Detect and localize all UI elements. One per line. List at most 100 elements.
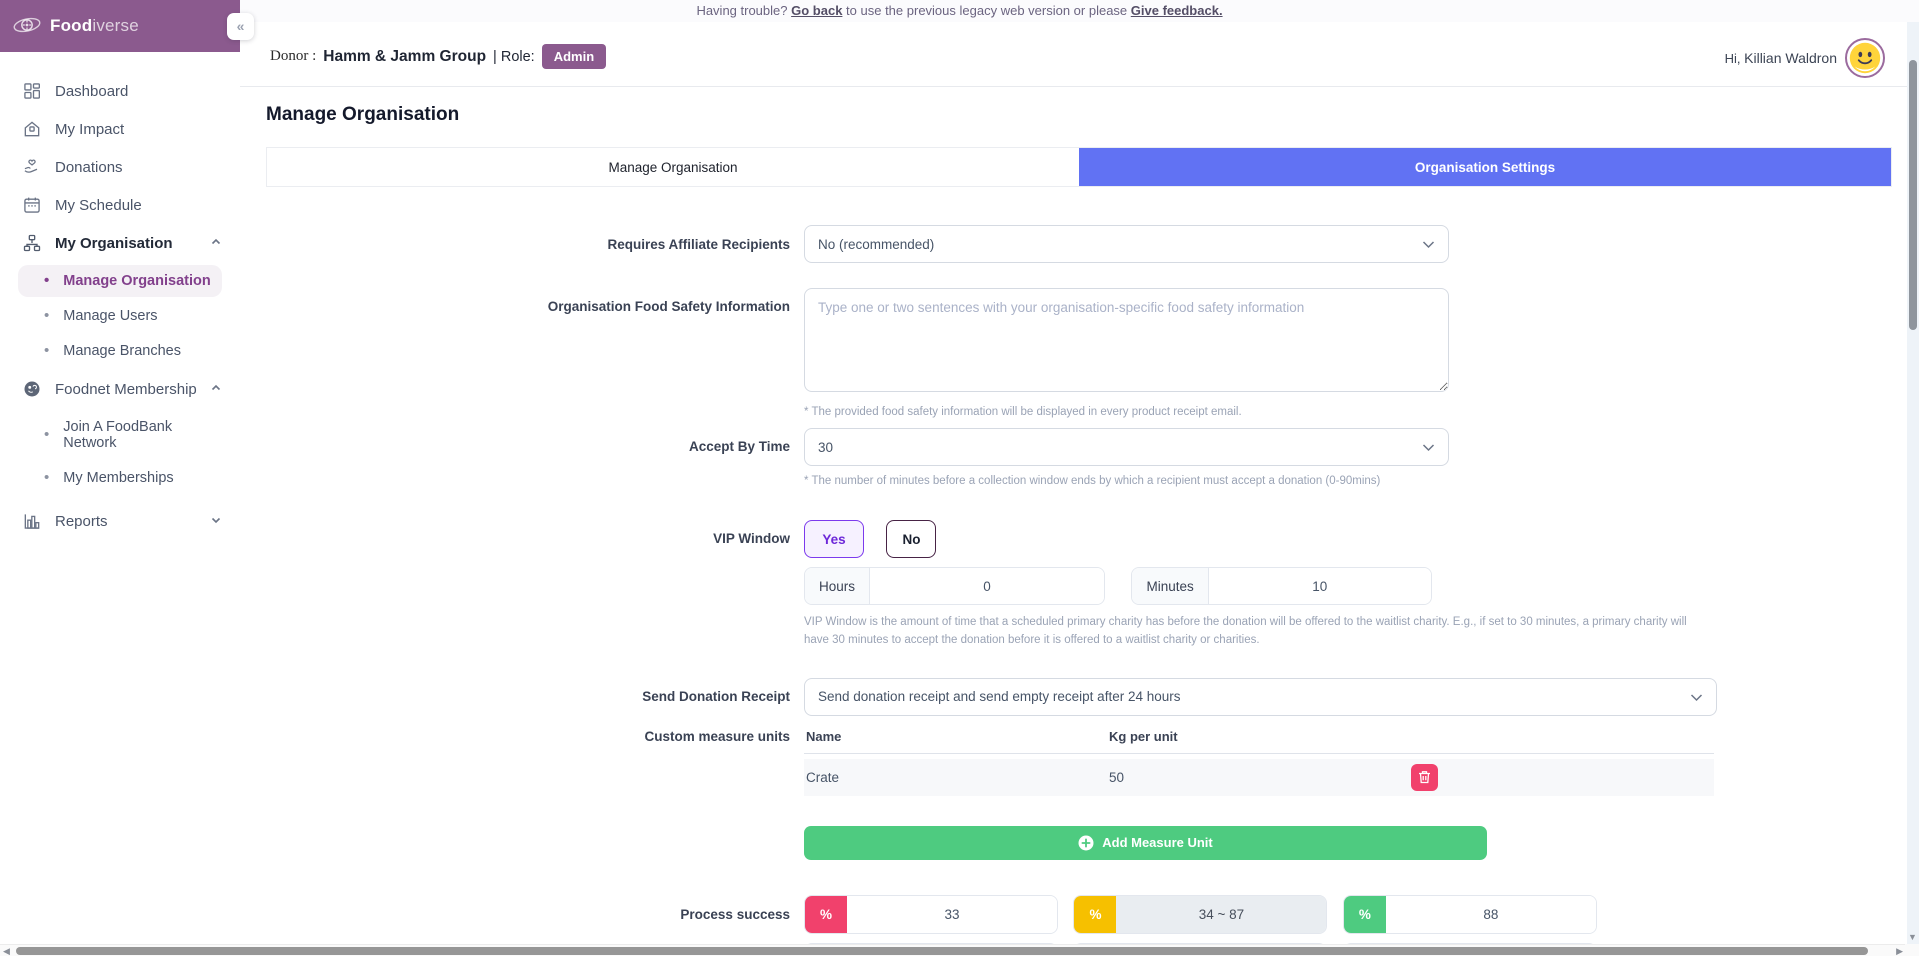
donation-receipt-value: Send donation receipt and send empty rec… xyxy=(818,689,1180,704)
add-measure-unit-label: Add Measure Unit xyxy=(1102,835,1213,850)
bar-chart-icon xyxy=(22,511,42,531)
banner-prefix: Having trouble? xyxy=(696,3,787,18)
measure-units-table: Name Kg per unit Crate 50 xyxy=(804,727,1714,860)
sidebar-item-my-organisation[interactable]: My Organisation xyxy=(0,224,240,262)
percent-badge-yellow: % xyxy=(1074,896,1116,933)
chevron-down-icon[interactable] xyxy=(210,514,222,526)
vertical-scrollbar[interactable]: ▼ xyxy=(1907,22,1919,944)
greeting-text: Hi, xyxy=(1725,51,1741,66)
chevron-down-icon xyxy=(1690,693,1703,702)
vip-minutes-input[interactable] xyxy=(1209,568,1431,604)
hand-heart-icon xyxy=(22,157,42,177)
trash-icon xyxy=(1418,770,1431,784)
org-chart-icon xyxy=(22,233,42,253)
measure-unit-name: Crate xyxy=(806,770,1109,785)
process-success-low-input[interactable] xyxy=(847,896,1057,933)
food-safety-label: Organisation Food Safety Information xyxy=(240,288,804,314)
vip-toggle: Yes No xyxy=(804,520,1709,558)
user-menu[interactable]: Hi, Killian Waldron xyxy=(1725,38,1885,78)
sidebar-item-reports[interactable]: Reports xyxy=(0,502,240,540)
scroll-left-arrow-icon[interactable]: ◀ xyxy=(3,946,10,956)
user-name: Killian Waldron xyxy=(1744,50,1837,66)
column-header-name: Name xyxy=(806,729,1109,744)
vertical-scrollbar-thumb[interactable] xyxy=(1909,60,1917,330)
sidebar-subitem-label: Manage Branches xyxy=(63,343,181,359)
foodiverse-logo-icon xyxy=(12,11,42,41)
affiliate-select[interactable]: No (recommended) xyxy=(804,225,1449,263)
dashboard-icon xyxy=(22,81,42,101)
header-divider xyxy=(240,86,1919,87)
food-safety-helper: * The provided food safety information w… xyxy=(804,406,1449,418)
avatar[interactable] xyxy=(1845,38,1885,78)
horizontal-scrollbar-thumb[interactable] xyxy=(16,947,1868,955)
sidebar-subitem-manage-branches[interactable]: • Manage Branches xyxy=(18,335,222,367)
bullet-icon: • xyxy=(44,473,49,483)
role-badge[interactable]: Admin xyxy=(542,44,606,69)
role-label: | Role: xyxy=(493,49,535,65)
sidebar-item-foodnet-membership[interactable]: Foodnet Membership xyxy=(0,370,240,408)
banner-middle: to use the previous legacy web version o… xyxy=(846,3,1127,18)
sidebar-subitem-manage-users[interactable]: • Manage Users xyxy=(18,300,222,332)
sidebar-subitem-label: Join A FoodBank Network xyxy=(63,419,214,451)
donation-receipt-select[interactable]: Send donation receipt and send empty rec… xyxy=(804,678,1717,716)
threshold-high-group: % xyxy=(1343,895,1597,934)
donation-receipt-label: Send Donation Receipt xyxy=(240,689,804,704)
sidebar-item-label: My Schedule xyxy=(55,197,142,214)
sidebar-collapse-button[interactable]: « xyxy=(227,13,254,40)
horizontal-scrollbar[interactable]: ◀ ▶ xyxy=(0,944,1919,956)
user-greeting: Hi, Killian Waldron xyxy=(1725,50,1837,66)
house-icon xyxy=(22,119,42,139)
go-back-link[interactable]: Go back xyxy=(791,3,842,18)
measure-units-row: Custom measure units Name Kg per unit Cr… xyxy=(240,727,1919,860)
add-measure-unit-button[interactable]: Add Measure Unit xyxy=(804,826,1487,860)
delete-measure-unit-button[interactable] xyxy=(1411,764,1438,791)
process-success-row: Process success % % % xyxy=(240,895,1919,934)
top-header: Donor : Hamm & Jamm Group | Role: Admin … xyxy=(240,22,1919,86)
threshold-mid-group: % xyxy=(1073,895,1327,934)
tab-organisation-settings[interactable]: Organisation Settings xyxy=(1079,148,1891,186)
donation-receipt-row: Send Donation Receipt Send donation rece… xyxy=(240,678,1919,716)
donor-name: Hamm & Jamm Group xyxy=(323,48,486,66)
minutes-prefix-label: Minutes xyxy=(1132,568,1208,604)
calendar-icon xyxy=(22,195,42,215)
percent-badge-pink: % xyxy=(805,896,847,933)
measure-unit-kg: 50 xyxy=(1109,770,1124,785)
scroll-down-arrow-icon[interactable]: ▼ xyxy=(1908,932,1917,942)
sidebar-item-my-impact[interactable]: My Impact xyxy=(0,110,240,148)
sidebar-subitem-join-foodbank-network[interactable]: • Join A FoodBank Network xyxy=(18,411,222,459)
sidebar-item-donations[interactable]: Donations xyxy=(0,148,240,186)
sidebar-item-my-schedule[interactable]: My Schedule xyxy=(0,186,240,224)
accept-by-time-helper: * The number of minutes before a collect… xyxy=(804,475,1449,487)
give-feedback-link[interactable]: Give feedback. xyxy=(1131,3,1223,18)
sidebar-logo: Foodiverse xyxy=(0,0,240,52)
chevron-up-icon[interactable] xyxy=(210,236,222,248)
scroll-right-arrow-icon[interactable]: ▶ xyxy=(1896,946,1903,956)
bullet-icon: • xyxy=(44,276,49,286)
measure-units-header: Name Kg per unit xyxy=(804,727,1714,754)
sidebar: Foodiverse Dashboard My Impact xyxy=(0,0,240,956)
affiliate-row: Requires Affiliate Recipients No (recomm… xyxy=(240,225,1919,263)
process-success-mid-input xyxy=(1116,896,1326,933)
sidebar-subitem-my-memberships[interactable]: • My Memberships xyxy=(18,462,222,494)
sidebar-item-dashboard[interactable]: Dashboard xyxy=(0,72,240,110)
tab-manage-organisation[interactable]: Manage Organisation xyxy=(267,148,1079,186)
donor-info: Donor : Hamm & Jamm Group | Role: Admin xyxy=(270,44,606,69)
food-safety-textarea[interactable] xyxy=(804,288,1449,392)
logo-text-bold: Food xyxy=(50,16,92,35)
accept-by-time-select[interactable]: 30 xyxy=(804,428,1449,466)
bullet-icon: • xyxy=(44,311,49,321)
sidebar-subitem-label: My Memberships xyxy=(63,470,173,486)
process-success-high-input[interactable] xyxy=(1386,896,1596,933)
sidebar-item-label: My Organisation xyxy=(55,235,173,252)
chevron-up-icon[interactable] xyxy=(210,382,222,394)
vip-no-button[interactable]: No xyxy=(886,520,936,558)
sidebar-subitem-manage-organisation[interactable]: • Manage Organisation xyxy=(18,265,222,297)
settings-form: Requires Affiliate Recipients No (recomm… xyxy=(240,225,1919,956)
plus-circle-icon xyxy=(1078,835,1094,851)
threshold-low-group: % xyxy=(804,895,1058,934)
vip-hours-group: Hours xyxy=(804,567,1105,605)
legacy-banner: Having trouble? Go back to use the previ… xyxy=(0,0,1919,22)
vip-yes-button[interactable]: Yes xyxy=(804,520,864,558)
vip-window-helper: VIP Window is the amount of time that a … xyxy=(804,614,1709,650)
vip-hours-input[interactable] xyxy=(870,568,1104,604)
